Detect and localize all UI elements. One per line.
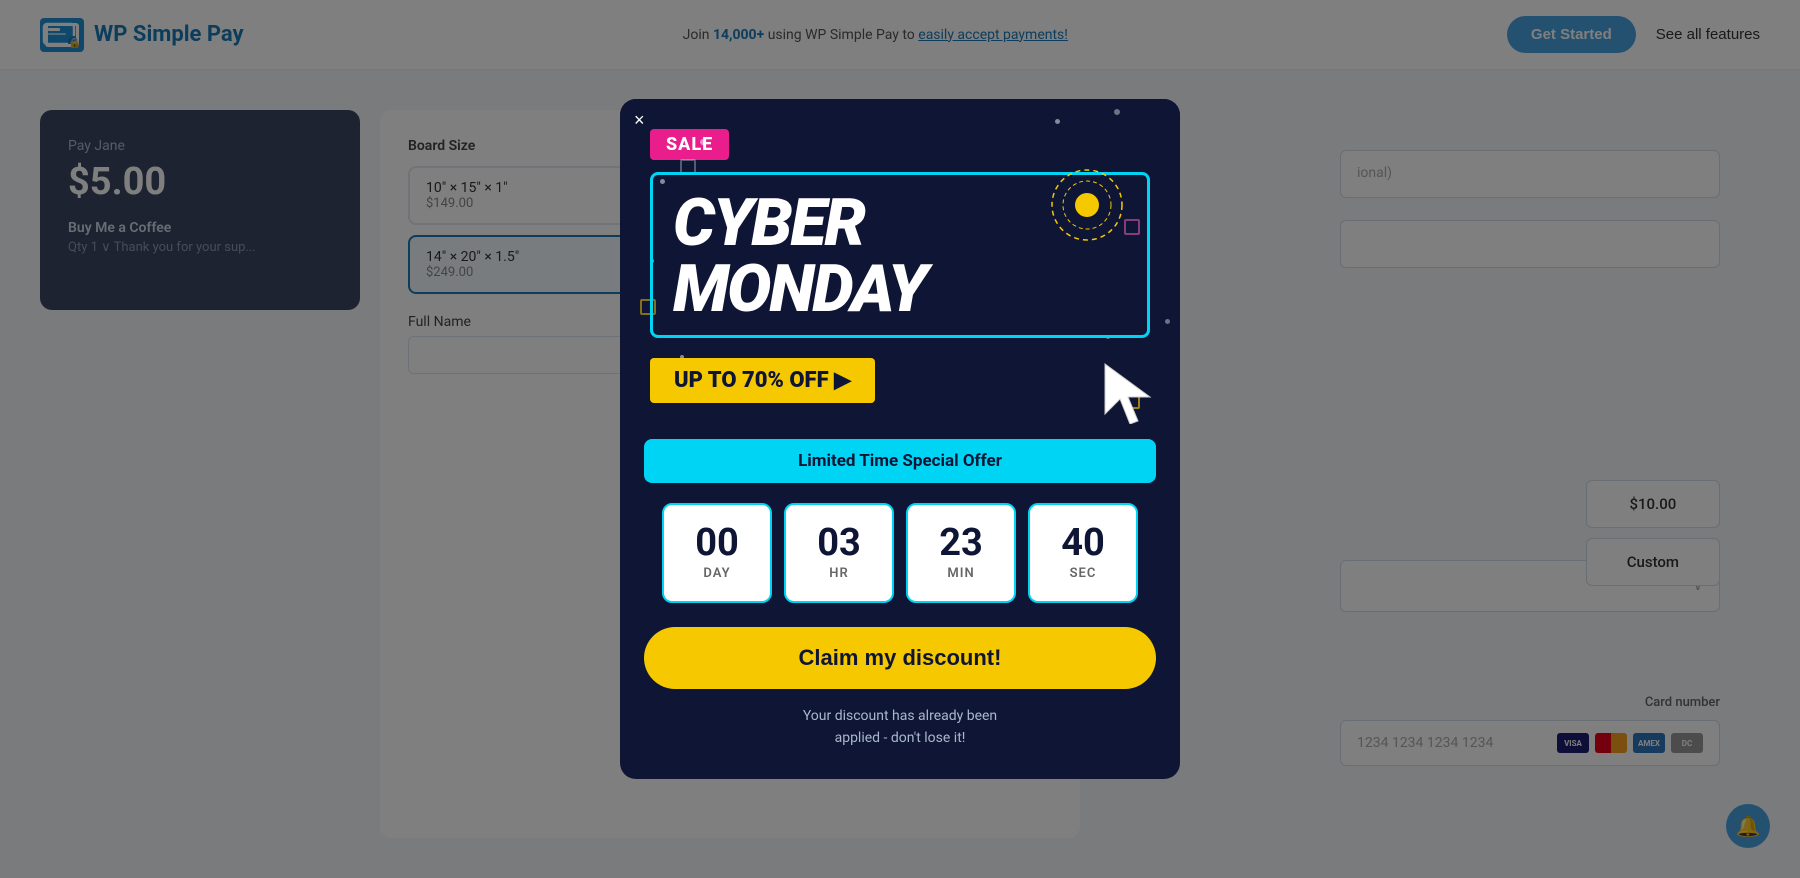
claim-discount-button[interactable]: Claim my discount! xyxy=(644,627,1156,689)
discount-row: UP TO 70% OFF ▶ xyxy=(650,358,1150,407)
circle-decoration xyxy=(1047,165,1127,245)
limited-offer-bar: Limited Time Special Offer xyxy=(644,439,1156,483)
modal-hero: SALE CYBER MONDAY UP TO 70% OFF ▶ xyxy=(620,99,1180,439)
countdown-days: 00 DAY xyxy=(662,503,772,603)
modal-close-button[interactable]: × xyxy=(634,111,645,129)
deco-dot-6 xyxy=(1114,109,1120,115)
promo-modal: × SALE xyxy=(620,99,1180,780)
minutes-value: 23 xyxy=(939,524,983,562)
discount-banner: UP TO 70% OFF ▶ xyxy=(650,358,875,403)
modal-overlay: × SALE xyxy=(0,0,1800,878)
days-label: DAY xyxy=(703,566,730,581)
deco-dot-1 xyxy=(700,139,706,145)
seconds-value: 40 xyxy=(1061,524,1105,562)
hours-label: HR xyxy=(829,566,848,581)
minutes-label: MIN xyxy=(947,566,974,581)
countdown-timer: 00 DAY 03 HR 23 MIN 40 SEC xyxy=(644,503,1156,603)
deco-dot-3 xyxy=(1055,119,1060,124)
cursor-icon xyxy=(1100,359,1160,437)
countdown-hours: 03 HR xyxy=(784,503,894,603)
countdown-minutes: 23 MIN xyxy=(906,503,1016,603)
days-value: 00 xyxy=(695,524,739,562)
seconds-label: SEC xyxy=(1070,566,1097,581)
hours-value: 03 xyxy=(817,524,861,562)
cyber-monday-box: CYBER MONDAY xyxy=(650,172,1150,338)
cyber-line2: MONDAY xyxy=(673,257,1127,323)
deco-dot-7 xyxy=(1165,319,1170,324)
discount-applied-text: Your discount has already been applied -… xyxy=(644,705,1156,750)
countdown-seconds: 40 SEC xyxy=(1028,503,1138,603)
modal-body: Limited Time Special Offer 00 DAY 03 HR … xyxy=(620,439,1180,750)
